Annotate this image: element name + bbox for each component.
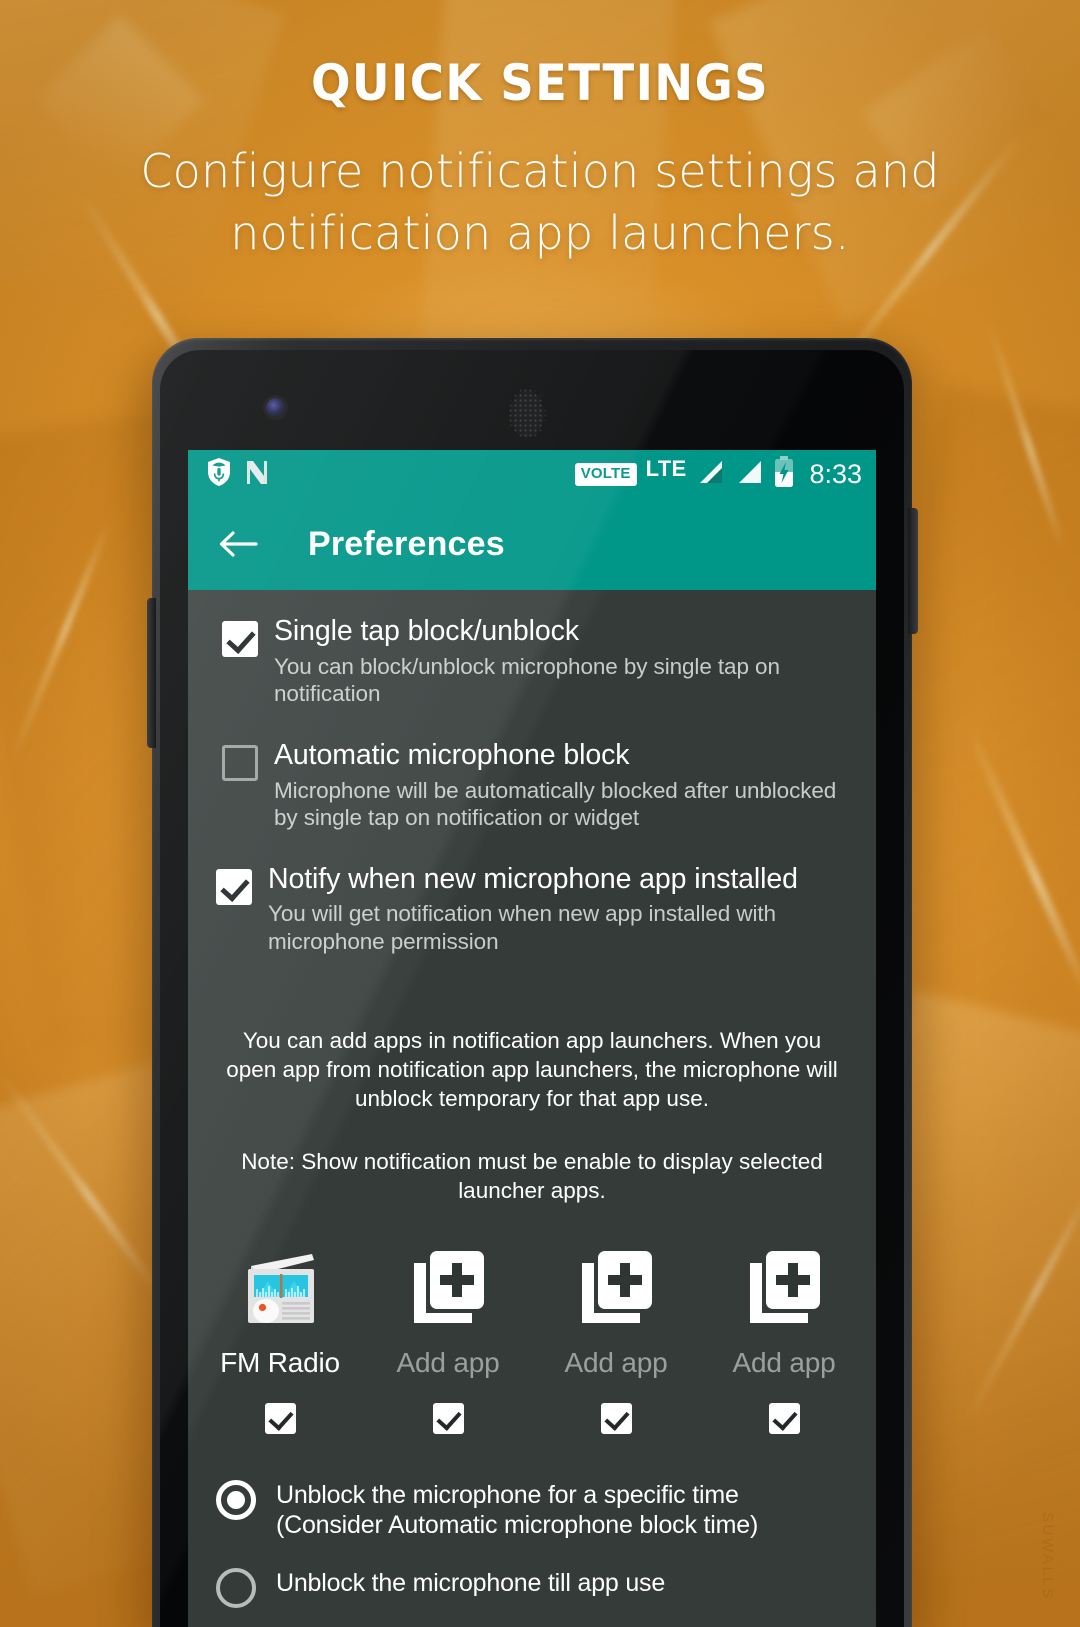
preferences-content: Single tap block/unblock You can block/u… (188, 590, 876, 1627)
preference-title: Automatic microphone block (274, 738, 630, 771)
radio-unblock-specific-time[interactable] (216, 1480, 256, 1521)
launcher-checkbox-add-app-1[interactable] (432, 1403, 464, 1435)
network-type-label: LTE (645, 456, 687, 481)
unblock-mode-radio-group: Unblock the microphone for a specific ti… (188, 1472, 876, 1614)
watermark: SUWALLS (1039, 1512, 1056, 1601)
add-app-icon[interactable] (402, 1241, 494, 1333)
add-app-icon[interactable] (738, 1241, 830, 1333)
fm-radio-icon[interactable] (234, 1241, 326, 1333)
page-title: QUICK SETTINGS (310, 54, 770, 112)
shield-mic-icon (206, 457, 232, 492)
status-bar: VOLTE LTE 8:33 (188, 450, 876, 498)
launcher-slot-fm-radio[interactable]: FM Radio (196, 1241, 364, 1435)
promo-screenshot: QUICK SETTINGS Configure notification se… (0, 0, 1080, 1627)
launcher-label: FM Radio (220, 1347, 340, 1379)
hero-text-block: QUICK SETTINGS Configure notification se… (0, 58, 1080, 264)
phone-mockup: VOLTE LTE 8:33 Preferences Single tap bl… (138, 338, 926, 1627)
page-subtitle: Configure notification settings and noti… (140, 144, 940, 261)
checkbox-single-tap-block-unblock[interactable] (222, 621, 258, 657)
launcher-slot-add-app-1[interactable]: Add app (364, 1241, 532, 1435)
launcher-checkbox-fm-radio[interactable] (264, 1403, 296, 1435)
volume-button[interactable] (908, 508, 918, 634)
app-bar: Preferences (188, 498, 876, 590)
preference-title: Notify when new microphone app installed (268, 862, 798, 895)
preference-description: You can block/unblock microphone by sing… (274, 653, 780, 707)
launcher-label: Add app (732, 1347, 836, 1379)
power-button[interactable] (147, 598, 156, 748)
signal-bar-2-icon (734, 457, 764, 492)
radio-row-specific-time[interactable]: Unblock the microphone for a specific ti… (216, 1472, 850, 1546)
battery-charging-icon (773, 455, 795, 493)
preference-description: You will get notification when new app i… (268, 901, 776, 954)
launcher-label: Add app (396, 1347, 500, 1379)
preference-description: Microphone will be automatically blocked… (274, 777, 837, 831)
launcher-slot-add-app-3[interactable]: Add app (700, 1241, 868, 1435)
launcher-label: Add app (564, 1347, 668, 1379)
launcher-checkbox-add-app-2[interactable] (600, 1403, 632, 1435)
checkbox-automatic-microphone-block[interactable] (222, 744, 258, 781)
radio-label: Unblock the microphone till app use (276, 1569, 666, 1598)
launcher-checkbox-add-app-3[interactable] (768, 1403, 800, 1435)
front-camera-icon (266, 398, 285, 417)
status-bar-clock: 8:33 (809, 458, 862, 489)
radio-label: Unblock the microphone for a specific ti… (276, 1481, 759, 1540)
launcher-grid: FM Radio Add app Add app Add app (188, 1241, 876, 1435)
add-app-icon[interactable] (570, 1241, 662, 1333)
app-bar-title: Preferences (308, 524, 505, 563)
phone-screen: VOLTE LTE 8:33 Preferences Single tap bl… (188, 450, 876, 1627)
earpiece-speaker-icon (508, 388, 546, 440)
nova-n-icon (244, 458, 270, 491)
signal-bar-1-icon (695, 457, 725, 492)
preference-title: Single tap block/unblock (274, 615, 579, 647)
status-bar-right-icons: VOLTE LTE 8:33 (574, 455, 862, 493)
volte-badge: VOLTE (574, 462, 637, 486)
back-arrow-icon[interactable] (216, 522, 260, 566)
preference-row-notify-new-app[interactable]: Notify when new microphone app installed… (188, 842, 876, 966)
checkbox-notify-new-microphone-app[interactable] (216, 868, 252, 905)
launcher-slot-add-app-2[interactable]: Add app (532, 1241, 700, 1435)
status-bar-left-icons (206, 457, 270, 492)
radio-row-till-app-use[interactable]: Unblock the microphone till app use (216, 1560, 850, 1614)
preference-row-single-tap[interactable]: Single tap block/unblock You can block/u… (188, 604, 876, 718)
preference-row-automatic-block[interactable]: Automatic microphone block Microphone wi… (188, 718, 876, 842)
launcher-info-text: You can add apps in notification app lau… (226, 1028, 838, 1111)
radio-unblock-till-app-use[interactable] (216, 1568, 256, 1609)
launcher-note-text: Note: Show notification must be enable t… (241, 1148, 823, 1203)
